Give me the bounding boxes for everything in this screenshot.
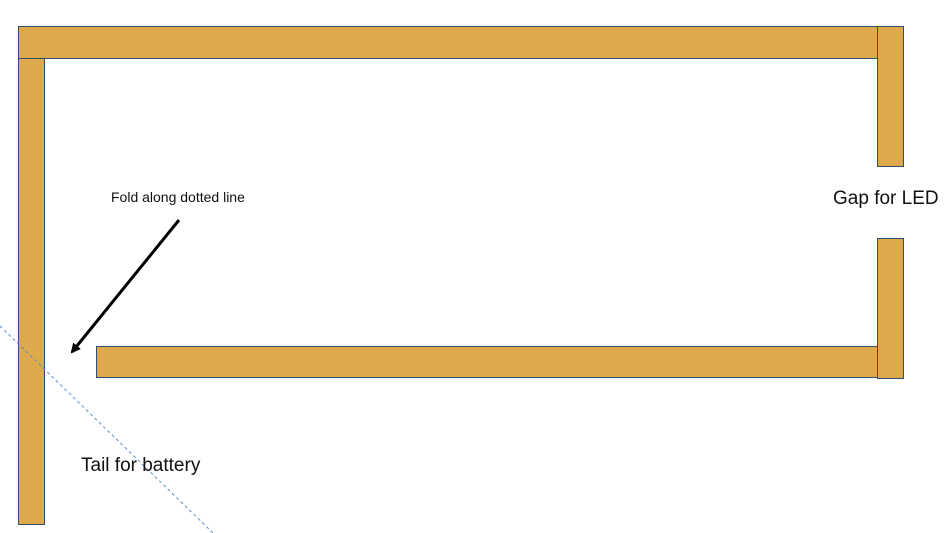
bottom-strip [96, 346, 904, 378]
left-tail-strip [18, 58, 45, 525]
fold-arrow [70, 219, 181, 354]
tail-for-battery-label: Tail for battery [81, 455, 201, 476]
right-upper-strip [877, 26, 904, 167]
fold-instruction-label: Fold along dotted line [111, 189, 245, 205]
top-strip [18, 26, 904, 59]
right-lower-strip [877, 238, 904, 379]
led-strip-diagram [0, 26, 904, 533]
gap-for-led-label: Gap for LED [833, 188, 939, 209]
